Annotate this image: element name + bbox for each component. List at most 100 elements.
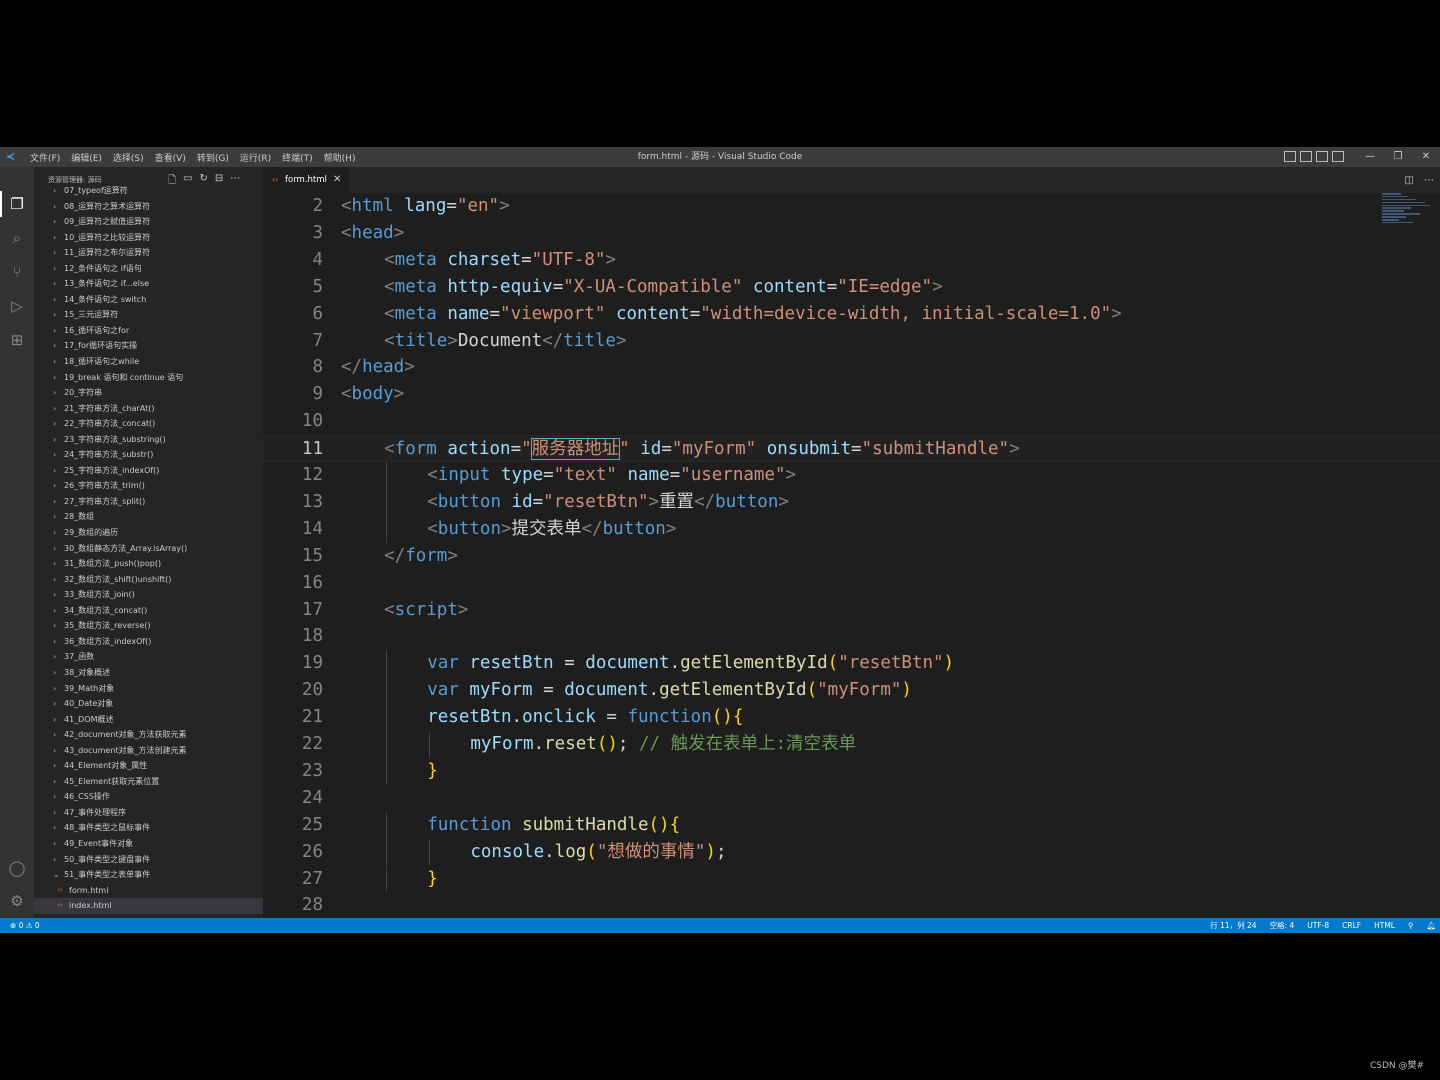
folder-item[interactable]: › 50_事件类型之键盘事件 — [34, 852, 263, 868]
folder-item[interactable]: › 35_数组方法_reverse() — [34, 618, 263, 634]
explorer-icon[interactable]: ❐ — [7, 194, 27, 214]
run-debug-icon[interactable]: ▷ — [7, 296, 27, 316]
folder-item[interactable]: › 26_字符串方法_trim() — [34, 478, 263, 494]
folder-item[interactable]: › 24_字符串方法_substr() — [34, 447, 263, 463]
feedback-icon[interactable]: ⚲ — [1408, 918, 1414, 933]
folder-item[interactable]: › 48_事件类型之鼠标事件 — [34, 820, 263, 836]
code-line[interactable]: 2 <html lang="en"> — [263, 193, 1440, 220]
close-window-icon[interactable]: ✕ — [1412, 147, 1440, 167]
folder-item[interactable]: › 14_条件语句之 switch — [34, 292, 263, 308]
code-line[interactable]: 20 var myForm = document.getElementById("… — [263, 677, 1440, 705]
close-tab-icon[interactable]: ✕ — [333, 167, 341, 193]
folder-item[interactable]: › 19_break 语句和 continue 语句 — [34, 370, 263, 386]
indentation[interactable]: 空格: 4 — [1270, 918, 1295, 933]
folder-item[interactable]: › 27_字符串方法_split() — [34, 494, 263, 510]
code-line[interactable]: 27} — [263, 865, 1440, 893]
menu-item[interactable]: 运行(R) — [240, 151, 271, 164]
folder-item[interactable]: › 23_字符串方法_substring() — [34, 432, 263, 448]
code-line[interactable]: 18 — [263, 623, 1440, 650]
code-line[interactable]: 15 </form> — [263, 543, 1440, 570]
folder-item[interactable]: › 34_数组方法_concat() — [34, 603, 263, 619]
folder-item[interactable]: › 20_字符串 — [34, 385, 263, 401]
cursor-position[interactable]: 行 11，列 24 — [1210, 918, 1256, 933]
toggle-sidebar-icon[interactable] — [1284, 151, 1296, 162]
folder-item[interactable]: › 16_循环语句之for — [34, 323, 263, 339]
folder-item[interactable]: › 38_对象概述 — [34, 665, 263, 681]
folder-item[interactable]: › 15_三元运算符 — [34, 307, 263, 323]
folder-item[interactable]: › 40_Date对象 — [34, 696, 263, 712]
menu-item[interactable]: 编辑(E) — [71, 151, 102, 164]
code-line[interactable]: 19 var resetBtn = document.getElementById… — [263, 650, 1440, 678]
notifications-icon[interactable]: 🔔︎ — [1426, 918, 1436, 933]
menu-item[interactable]: 终端(T) — [282, 151, 313, 164]
folder-item[interactable]: › 49_Event事件对象 — [34, 836, 263, 852]
restore-icon[interactable]: ❐ — [1384, 147, 1412, 167]
code-line[interactable]: 10 — [263, 408, 1440, 435]
folder-item[interactable]: › 28_数组 — [34, 509, 263, 525]
code-line[interactable]: 23} — [263, 757, 1440, 785]
menu-item[interactable]: 文件(F) — [30, 151, 60, 164]
folder-item[interactable]: › 47_事件处理程序 — [34, 805, 263, 821]
tab-form-html[interactable]: ‹› form.html ✕ — [263, 167, 349, 193]
code-line[interactable]: 3 <head> — [263, 220, 1440, 247]
folder-item[interactable]: › 11_运算符之布尔运算符 — [34, 245, 263, 261]
folder-item[interactable]: › 39_Math对象 — [34, 681, 263, 697]
code-line[interactable]: 25 function submitHandle(){ — [263, 811, 1440, 839]
code-line[interactable]: 5 <meta http-equiv="X-UA-Compatible" cont… — [263, 274, 1440, 301]
folder-item[interactable]: › 36_数组方法_indexOf() — [34, 634, 263, 650]
folder-item[interactable]: › 30_数组静态方法_Array.isArray() — [34, 541, 263, 557]
code-line[interactable]: 11 <form action="服务器地址" id="myForm" onsub… — [263, 435, 1440, 463]
code-line[interactable]: 28 — [263, 892, 1440, 918]
folder-item[interactable]: › 09_运算符之赋值运算符 — [34, 214, 263, 230]
code-line[interactable]: 12 <input type="text" name="username"> — [263, 462, 1440, 489]
folder-item[interactable]: › 45_Element获取元素位置 — [34, 774, 263, 790]
folder-item[interactable]: › 10_运算符之比较运算符 — [34, 230, 263, 246]
menu-item[interactable]: 转到(G) — [197, 151, 229, 164]
folder-item[interactable]: › 43_document对象_方法创建元素 — [34, 743, 263, 759]
folder-item[interactable]: › 22_字符串方法_concat() — [34, 416, 263, 432]
account-icon[interactable]: ◯ — [7, 858, 27, 878]
toggle-panel-icon[interactable] — [1300, 151, 1312, 162]
settings-gear-icon[interactable]: ⚙ — [7, 891, 27, 911]
menu-item[interactable]: 查看(V) — [155, 151, 186, 164]
code-line[interactable]: 17 <script> — [263, 597, 1440, 624]
problems-indicator[interactable]: ⊗ 0 ⚠ 0 — [10, 918, 40, 933]
file-item[interactable]: ‹› form.html — [34, 883, 263, 899]
code-line[interactable]: 26 console.log("想做的事情"); — [263, 838, 1440, 866]
menu-item[interactable]: 帮助(H) — [324, 151, 356, 164]
folder-item[interactable]: › 41_DOM概述 — [34, 712, 263, 728]
folder-item[interactable]: › 42_document对象_方法获取元素 — [34, 727, 263, 743]
folder-item[interactable]: › 18_循环语句之while — [34, 354, 263, 370]
split-editor-icon[interactable]: ◫ — [1405, 175, 1414, 186]
folder-item[interactable]: › 32_数组方法_shift()unshift() — [34, 572, 263, 588]
folder-item[interactable]: › 44_Element对象_属性 — [34, 758, 263, 774]
folder-item[interactable]: › 12_条件语句之 if语句 — [34, 261, 263, 277]
folder-item[interactable]: › 37_函数 — [34, 649, 263, 665]
source-control-icon[interactable]: ⑂ — [7, 262, 27, 282]
folder-item[interactable]: › 46_CSS操作 — [34, 789, 263, 805]
customize-layout-icon[interactable] — [1332, 151, 1344, 162]
folder-item[interactable]: › 08_运算符之算术运算符 — [34, 199, 263, 215]
file-item[interactable]: ‹› index.html — [34, 898, 263, 914]
code-line[interactable]: 6 <meta name="viewport" content="width=de… — [263, 301, 1440, 328]
code-line[interactable]: 13 <button id="resetBtn">重置</button> — [263, 488, 1440, 516]
code-line[interactable]: 21 resetBtn.onclick = function(){ — [263, 704, 1440, 731]
code-editor[interactable]: 2 <html lang="en"> 3 <head> 4 <meta charset="… — [263, 193, 1440, 918]
folder-item[interactable]: › 33_数组方法_join() — [34, 587, 263, 603]
encoding[interactable]: UTF-8 — [1307, 918, 1329, 933]
folder-item[interactable]: ⌄ 51_事件类型之表单事件 — [34, 867, 263, 883]
language-mode[interactable]: HTML — [1374, 918, 1395, 933]
folder-item[interactable]: › 25_字符串方法_indexOf() — [34, 463, 263, 479]
extensions-icon[interactable]: ⊞ — [7, 330, 27, 350]
folder-item[interactable]: › 29_数组的遍历 — [34, 525, 263, 541]
menu-item[interactable]: 选择(S) — [113, 151, 144, 164]
toggle-secondary-sidebar-icon[interactable] — [1316, 151, 1328, 162]
more-editor-actions-icon[interactable]: ⋯ — [1424, 175, 1434, 186]
folder-item[interactable]: › 07_typeof运算符 — [34, 183, 263, 199]
code-line[interactable]: 14 <button>提交表单</button> — [263, 515, 1440, 543]
code-line[interactable]: 22 myForm.reset(); // 触发在表单上:清空表单 — [263, 731, 1440, 758]
code-line[interactable]: 16 — [263, 570, 1440, 597]
code-line[interactable]: 7 <title>Document</title> — [263, 328, 1440, 355]
search-icon[interactable]: ⌕ — [7, 228, 27, 248]
code-line[interactable]: 8 </head> — [263, 354, 1440, 381]
